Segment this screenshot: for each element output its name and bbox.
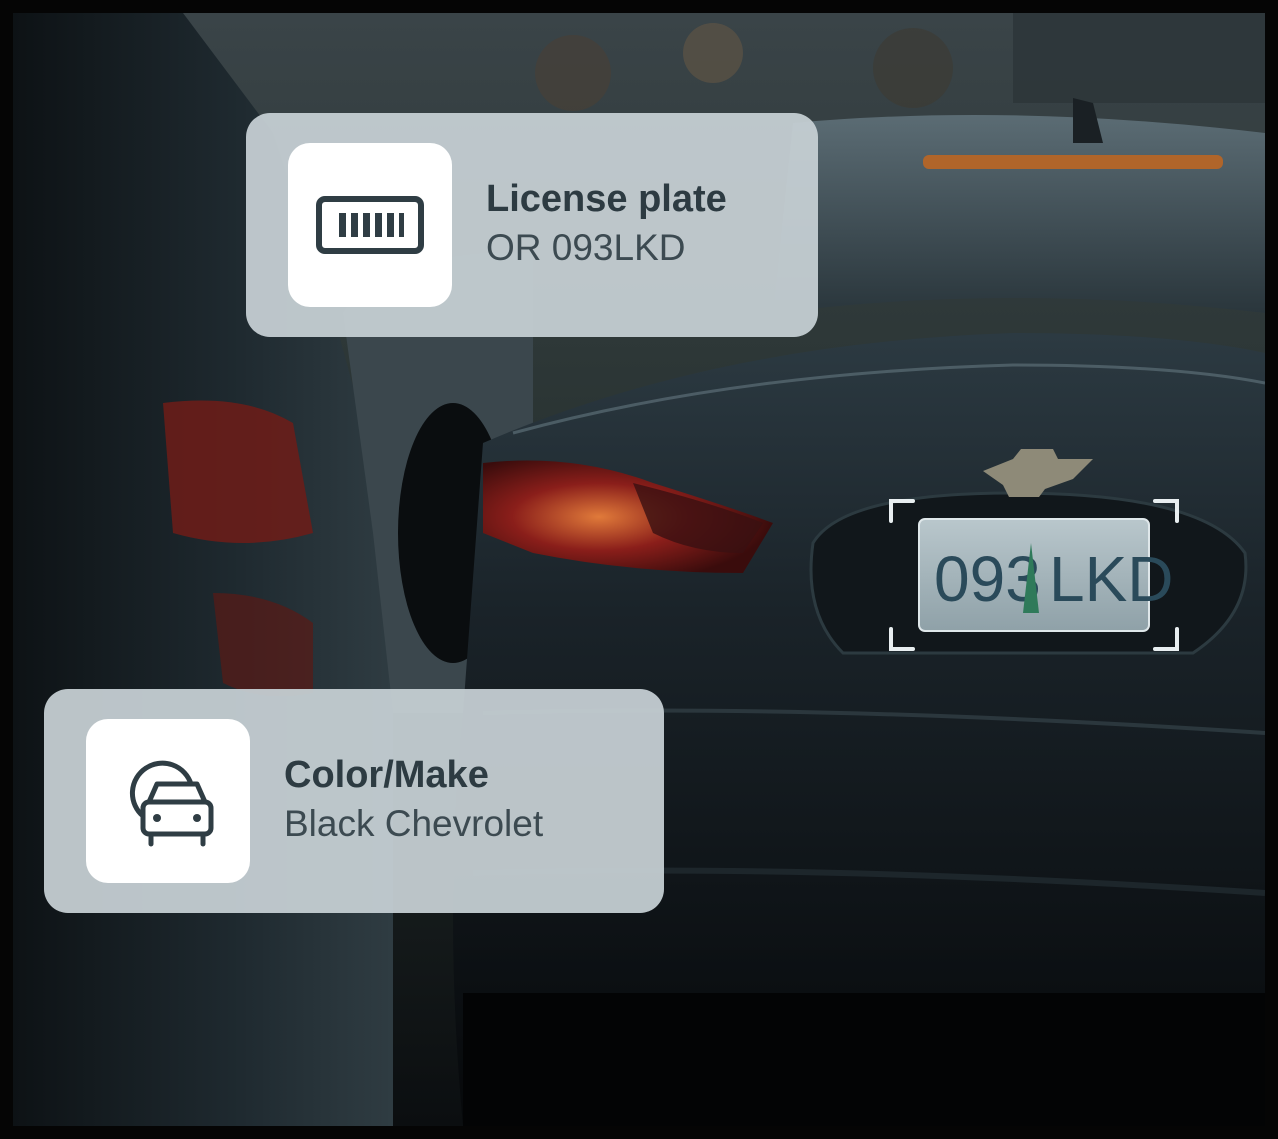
car-color-icon-tile	[86, 719, 250, 883]
image-frame: 093 LKD License plate OR 093LKD Color/Ma…	[0, 0, 1278, 1139]
plate-detection-box	[889, 499, 1179, 651]
license-plate-icon-tile	[288, 143, 452, 307]
license-plate-value: OR 093LKD	[486, 226, 686, 268]
license-plate-card: License plate OR 093LKD	[246, 113, 818, 337]
color-make-title: Color/Make	[284, 754, 489, 797]
color-make-card: Color/Make Black Chevrolet	[44, 689, 664, 913]
license-plate-title: License plate	[486, 178, 727, 221]
license-plate-icon	[316, 196, 424, 254]
car-color-icon	[129, 760, 214, 847]
color-make-value: Black Chevrolet	[284, 802, 544, 844]
